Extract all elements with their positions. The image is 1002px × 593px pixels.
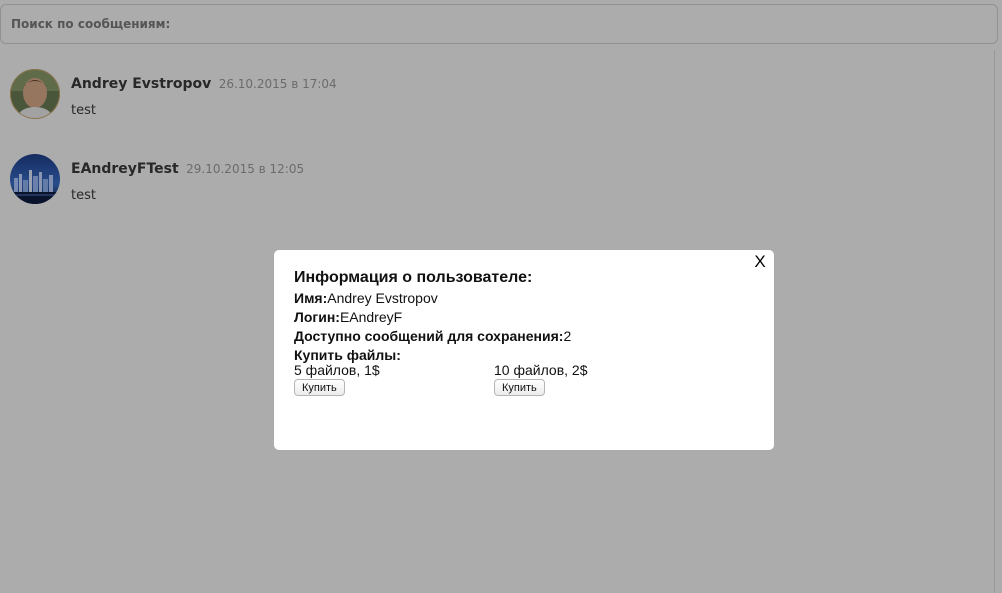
buy-files-label: Купить файлы:	[294, 347, 401, 363]
offer-label: 5 файлов, 1$	[294, 362, 380, 378]
offer-10-files: 10 файлов, 2$ Купить	[494, 362, 588, 396]
user-login-field: Логин:EAndreyF	[294, 309, 402, 325]
user-info-modal: X Информация о пользователе: Имя:Andrey …	[274, 250, 774, 450]
offer-label: 10 файлов, 2$	[494, 362, 588, 378]
available-messages-field: Доступно сообщений для сохранения:2	[294, 328, 571, 344]
close-button[interactable]: X	[750, 252, 770, 272]
modal-title: Информация о пользователе:	[294, 269, 533, 286]
field-value: Andrey Evstropov	[327, 290, 438, 306]
messages-page: Andrey Evstropov 26.10.2015 в 17:04 test	[0, 0, 1002, 593]
buy-5-files-button[interactable]: Купить	[294, 379, 345, 396]
field-value: EAndreyF	[339, 309, 403, 325]
field-label: Имя:	[294, 290, 328, 306]
user-name-field: Имя:Andrey Evstropov	[294, 290, 438, 306]
field-label: Доступно сообщений для сохранения:	[294, 328, 564, 344]
field-label: Логин:	[294, 309, 340, 325]
field-value: 2	[563, 328, 572, 344]
offer-5-files: 5 файлов, 1$ Купить	[294, 362, 380, 396]
buy-10-files-button[interactable]: Купить	[494, 379, 545, 396]
